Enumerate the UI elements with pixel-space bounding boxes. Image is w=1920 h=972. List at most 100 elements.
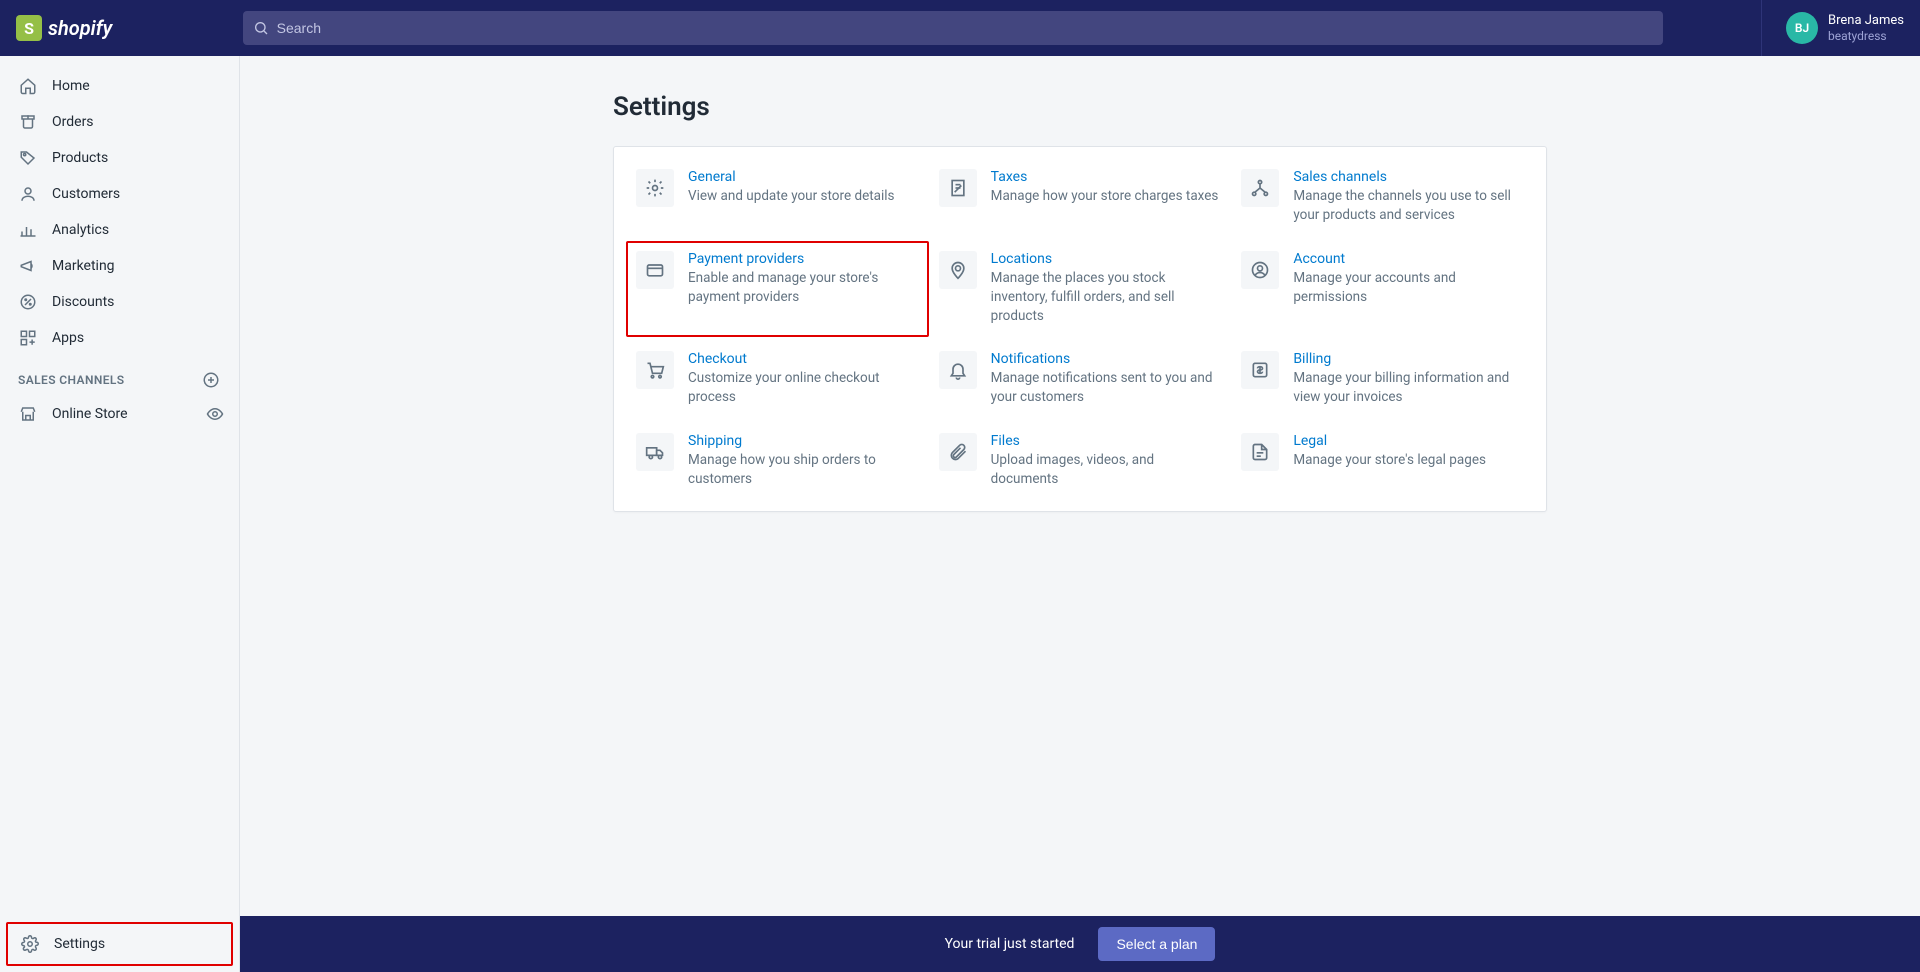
sidebar-item-label: Orders	[52, 114, 94, 130]
search-icon	[253, 20, 269, 36]
tile-desc: View and update your store details	[688, 187, 919, 206]
billing-icon	[1241, 351, 1279, 389]
settings-tile-taxes[interactable]: Taxes Manage how your store charges taxe…	[939, 169, 1222, 225]
search-wrap	[168, 11, 1737, 45]
shopify-logo-mark: S	[16, 15, 42, 41]
settings-tile-account[interactable]: Account Manage your accounts and permiss…	[1241, 251, 1524, 326]
sidebar-item-apps[interactable]: Apps	[0, 320, 239, 356]
settings-tile-notifications[interactable]: Notifications Manage notifications sent …	[939, 351, 1222, 407]
megaphone-icon	[18, 256, 38, 276]
settings-tile-billing[interactable]: Billing Manage your billing information …	[1241, 351, 1524, 407]
sidebar-item-label: Apps	[52, 330, 84, 346]
location-icon	[939, 251, 977, 289]
sidebar-item-marketing[interactable]: Marketing	[0, 248, 239, 284]
bell-icon	[939, 351, 977, 389]
orders-icon	[18, 112, 38, 132]
tile-desc: Customize your online checkout process	[688, 369, 919, 407]
tile-desc: Manage notifications sent to you and you…	[991, 369, 1222, 407]
tile-title[interactable]: Account	[1293, 251, 1524, 267]
shopify-logo[interactable]: S shopify	[16, 15, 112, 41]
tile-title[interactable]: Taxes	[991, 169, 1222, 185]
tile-title[interactable]: Shipping	[688, 433, 919, 449]
sidebar-item-settings[interactable]: Settings	[6, 922, 233, 966]
tile-title[interactable]: Notifications	[991, 351, 1222, 367]
tile-desc: Manage how you ship orders to customers	[688, 451, 919, 489]
receipt-icon	[939, 169, 977, 207]
settings-tile-checkout[interactable]: Checkout Customize your online checkout …	[636, 351, 919, 407]
document-icon	[1241, 433, 1279, 471]
tile-title[interactable]: Billing	[1293, 351, 1524, 367]
tile-title[interactable]: Checkout	[688, 351, 919, 367]
sidebar-item-label: Customers	[52, 186, 120, 202]
store-icon	[18, 404, 38, 424]
search-field[interactable]	[243, 11, 1663, 45]
tag-icon	[18, 148, 38, 168]
main-content: Settings General View and update your st…	[240, 56, 1920, 972]
page-title: Settings	[613, 92, 1547, 122]
tile-desc: Manage the channels you use to sell your…	[1293, 187, 1524, 225]
sidebar-item-home[interactable]: Home	[0, 68, 239, 104]
credit-card-icon	[636, 251, 674, 289]
channels-icon	[1241, 169, 1279, 207]
gear-icon	[636, 169, 674, 207]
user-store: beatydress	[1828, 29, 1904, 43]
sidebar-item-label: Home	[52, 78, 90, 94]
tile-title[interactable]: Legal	[1293, 433, 1524, 449]
tile-desc: Enable and manage your store's payment p…	[688, 269, 919, 307]
sidebar-item-label: Products	[52, 150, 108, 166]
trial-bar: Your trial just started Select a plan	[240, 916, 1920, 972]
settings-tile-legal[interactable]: Legal Manage your store's legal pages	[1241, 433, 1524, 489]
tile-desc: Manage your billing information and view…	[1293, 369, 1524, 407]
account-icon	[1241, 251, 1279, 289]
settings-tile-locations[interactable]: Locations Manage the places you stock in…	[939, 251, 1222, 326]
cart-icon	[636, 351, 674, 389]
topbar: S shopify BJ Brena James beatydress	[0, 0, 1920, 56]
sidebar: Home Orders Products Customers	[0, 56, 240, 972]
settings-tile-files[interactable]: Files Upload images, videos, and documen…	[939, 433, 1222, 489]
apps-icon	[18, 328, 38, 348]
tile-desc: Manage your accounts and permissions	[1293, 269, 1524, 307]
tile-title[interactable]: Locations	[991, 251, 1222, 267]
user-meta: Brena James beatydress	[1828, 13, 1904, 43]
brand-name: shopify	[48, 16, 112, 40]
tile-desc: Upload images, videos, and documents	[991, 451, 1222, 489]
sidebar-item-online-store[interactable]: Online Store	[0, 396, 205, 432]
select-plan-button[interactable]: Select a plan	[1098, 927, 1215, 961]
sales-channels-header: SALES CHANNELS	[0, 356, 239, 396]
tile-title[interactable]: Files	[991, 433, 1222, 449]
tile-desc: Manage the places you stock inventory, f…	[991, 269, 1222, 326]
sidebar-item-discounts[interactable]: Discounts	[0, 284, 239, 320]
discount-icon	[18, 292, 38, 312]
settings-tile-shipping[interactable]: Shipping Manage how you ship orders to c…	[636, 433, 919, 489]
settings-tile-sales-channels[interactable]: Sales channels Manage the channels you u…	[1241, 169, 1524, 225]
settings-tile-general[interactable]: General View and update your store detai…	[636, 169, 919, 225]
sales-channels-label: SALES CHANNELS	[18, 373, 125, 387]
sidebar-item-products[interactable]: Products	[0, 140, 239, 176]
tile-title[interactable]: Sales channels	[1293, 169, 1524, 185]
user-menu[interactable]: BJ Brena James beatydress	[1761, 0, 1904, 56]
person-icon	[18, 184, 38, 204]
trial-text: Your trial just started	[945, 936, 1075, 952]
tile-desc: Manage your store's legal pages	[1293, 451, 1524, 470]
tile-title[interactable]: Payment providers	[688, 251, 919, 267]
sidebar-item-label: Discounts	[52, 294, 114, 310]
sidebar-item-label: Marketing	[52, 258, 115, 274]
avatar: BJ	[1786, 12, 1818, 44]
analytics-icon	[18, 220, 38, 240]
user-name: Brena James	[1828, 13, 1904, 29]
tile-desc: Manage how your store charges taxes	[991, 187, 1222, 206]
sidebar-item-customers[interactable]: Customers	[0, 176, 239, 212]
sidebar-item-analytics[interactable]: Analytics	[0, 212, 239, 248]
home-icon	[18, 76, 38, 96]
add-channel-icon[interactable]	[201, 370, 221, 390]
tile-title[interactable]: General	[688, 169, 919, 185]
truck-icon	[636, 433, 674, 471]
view-store-icon[interactable]	[205, 404, 225, 424]
sidebar-item-label: Settings	[54, 936, 105, 952]
settings-card: General View and update your store detai…	[613, 146, 1547, 512]
gear-icon	[20, 934, 40, 954]
search-input[interactable]	[277, 20, 1653, 36]
settings-tile-payment-providers[interactable]: Payment providers Enable and manage your…	[626, 241, 929, 338]
sidebar-item-orders[interactable]: Orders	[0, 104, 239, 140]
sidebar-item-label: Online Store	[52, 406, 128, 422]
